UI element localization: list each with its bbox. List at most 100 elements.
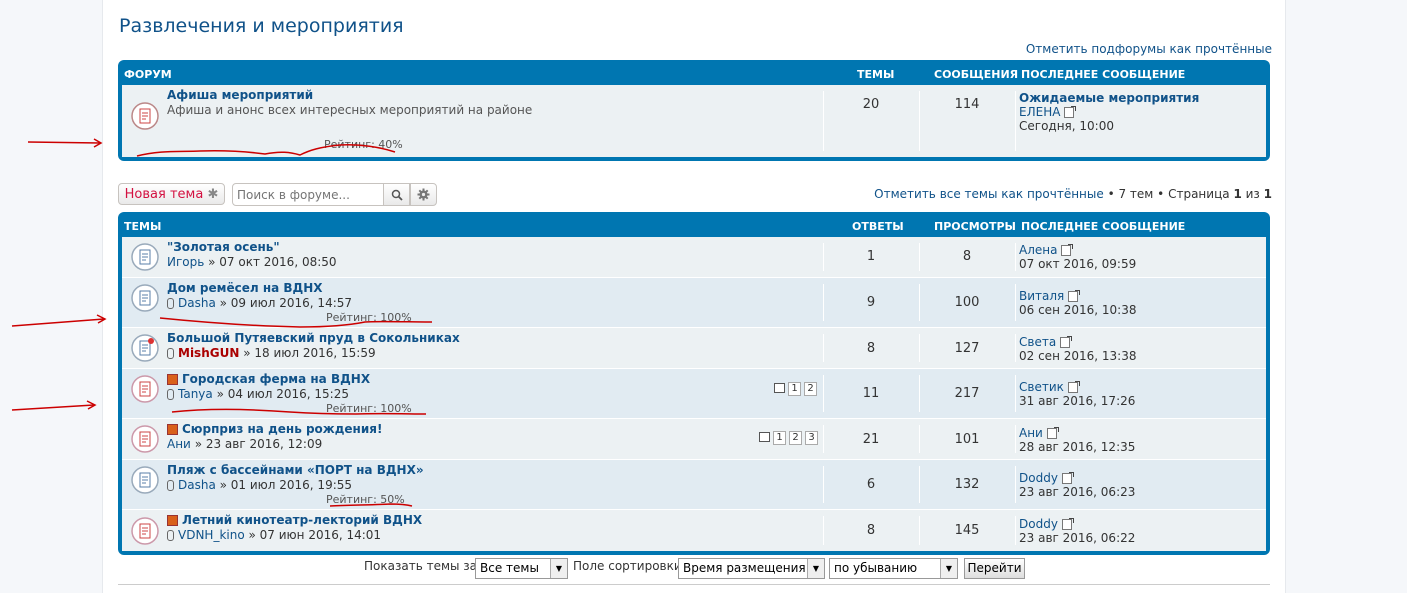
page-link[interactable]: 3	[805, 431, 818, 445]
sort-field-label: Поле сортировки	[573, 559, 682, 573]
topic-row: "Золотая осень" Игорь » 07 окт 2016, 08:5…	[122, 237, 1266, 277]
topic-replies-count: 6	[866, 477, 876, 492]
forum-last-post: Ожидаемые мероприятия ЕЛЕНА Сегодня, 10:…	[1019, 91, 1199, 133]
chevron-down-icon: ▼	[550, 559, 567, 578]
last-post-author[interactable]: Doddy	[1019, 517, 1058, 531]
go-button[interactable]: Перейти	[964, 558, 1025, 579]
goto-post-icon[interactable]	[1067, 381, 1080, 393]
header-views: ПРОСМОТРЫ	[934, 220, 1016, 233]
topic-author[interactable]: VDNH_kino	[178, 528, 245, 542]
forum-search-input[interactable]	[232, 183, 384, 206]
topic-date: » 01 июл 2016, 19:55	[219, 478, 353, 492]
topic-author[interactable]: Tanya	[178, 387, 213, 401]
page-title: Развлечения и мероприятия	[119, 15, 404, 37]
topic-count: • 7 тем •	[1107, 187, 1165, 201]
last-post-author[interactable]: Ани	[1019, 426, 1043, 440]
last-post-author[interactable]: Виталя	[1019, 289, 1064, 303]
topic-meta: Tanya » 04 июл 2016, 15:25	[167, 387, 349, 401]
topic-author[interactable]: Dasha	[178, 478, 216, 492]
forum-topics-count: 20	[862, 97, 880, 112]
pages-icon	[774, 383, 785, 393]
goto-post-icon[interactable]	[1061, 518, 1074, 530]
forum-posts-count: 114	[954, 97, 980, 112]
goto-post-icon[interactable]	[1064, 106, 1077, 118]
annotation-arrow	[11, 314, 107, 327]
annotation-arrow	[27, 138, 103, 148]
pagination: Отметить все темы как прочтённые • 7 тем…	[874, 187, 1272, 201]
page-link[interactable]: 1	[788, 382, 801, 396]
page-link[interactable]: 1	[773, 431, 786, 445]
topic-last-post: Doddy 23 авг 2016, 06:23	[1019, 471, 1135, 499]
topic-meta: VDNH_kino » 07 июн 2016, 14:01	[167, 528, 381, 542]
topic-hot-icon	[131, 516, 159, 545]
topic-date: » 07 окт 2016, 08:50	[208, 255, 337, 269]
topic-last-post: Виталя 06 сен 2016, 10:38	[1019, 289, 1136, 317]
topic-rating: Рейтинг: 50%	[326, 493, 405, 506]
topic-author[interactable]: Игорь	[167, 255, 204, 269]
last-post-author[interactable]: ЕЛЕНА	[1019, 105, 1060, 119]
topic-row: Летний кинотеатр-лекторий ВДНХ VDNH_kino …	[122, 509, 1266, 551]
forum-description: Афиша и анонс всех интересных мероприяти…	[167, 103, 533, 117]
search-button[interactable]	[383, 183, 410, 206]
topic-row: Городская ферма на ВДНХ Tanya » 04 июл 20…	[122, 368, 1266, 418]
topic-views-count: 132	[954, 477, 980, 492]
topic-row: Большой Путяевский пруд в Сокольниках Mis…	[122, 327, 1266, 368]
show-topics-select[interactable]: Все темы ▼	[475, 558, 568, 579]
topic-title-link[interactable]: Городская ферма на ВДНХ	[167, 372, 370, 386]
topic-last-post: Doddy 23 авг 2016, 06:22	[1019, 517, 1135, 545]
mark-subforums-read-link[interactable]: Отметить подфорумы как прочтённые	[1026, 42, 1272, 56]
topic-list-header: ТЕМЫ ОТВЕТЫ ПРОСМОТРЫ ПОСЛЕДНЕЕ СООБЩЕНИ…	[122, 212, 1266, 237]
header-forum: ФОРУМ	[124, 68, 172, 81]
goto-post-icon[interactable]	[1068, 290, 1081, 302]
last-post-time: 31 авг 2016, 17:26	[1019, 394, 1136, 408]
advanced-search-button[interactable]	[410, 183, 437, 206]
topic-title-link[interactable]: Большой Путяевский пруд в Сокольниках	[167, 331, 460, 345]
topic-read-icon	[131, 465, 159, 494]
topic-author[interactable]: Ани	[167, 437, 191, 451]
goto-post-icon[interactable]	[1046, 427, 1059, 439]
goto-post-icon[interactable]	[1061, 472, 1074, 484]
topic-tag-icon	[167, 374, 178, 385]
page-current: 1	[1233, 187, 1242, 201]
topic-title-link[interactable]: Сюрприз на день рождения!	[167, 422, 382, 436]
topic-title-link[interactable]: Пляж с бассейнами «ПОРТ на ВДНХ»	[167, 463, 424, 477]
mark-topics-read-link[interactable]: Отметить все темы как прочтённые	[874, 187, 1104, 201]
page-link[interactable]: 2	[804, 382, 817, 396]
topic-row: Сюрприз на день рождения! Ани » 23 авг 20…	[122, 418, 1266, 459]
topic-title-link[interactable]: "Золотая осень"	[167, 240, 280, 254]
topic-last-post: Алена 07 окт 2016, 09:59	[1019, 243, 1136, 271]
last-post-title-link[interactable]: Ожидаемые мероприятия	[1019, 91, 1199, 105]
header-last-post: ПОСЛЕДНЕЕ СООБЩЕНИЕ	[1021, 220, 1186, 233]
last-post-author[interactable]: Света	[1019, 335, 1056, 349]
topic-rating: Рейтинг: 100%	[326, 402, 412, 415]
topic-title-link[interactable]: Летний кинотеатр-лекторий ВДНХ	[167, 513, 422, 527]
topic-author[interactable]: MishGUN	[178, 346, 239, 360]
annotation-arrow	[11, 400, 97, 411]
topic-replies-count: 11	[862, 386, 880, 401]
topic-title-link[interactable]: Дом ремёсел на ВДНХ	[167, 281, 323, 295]
topic-rating: Рейтинг: 100%	[326, 311, 412, 324]
topic-views-count: 101	[954, 432, 980, 447]
forum-list: ФОРУМ ТЕМЫ СООБЩЕНИЯ ПОСЛЕДНЕЕ СООБЩЕНИЕ…	[118, 60, 1270, 161]
topic-author[interactable]: Dasha	[178, 296, 216, 310]
sort-field-select[interactable]: Время размещения ▼	[678, 558, 825, 579]
page-link[interactable]: 2	[789, 431, 802, 445]
attachment-icon	[167, 389, 174, 400]
last-post-author[interactable]: Doddy	[1019, 471, 1058, 485]
divider	[118, 584, 1270, 585]
goto-post-icon[interactable]	[1060, 336, 1073, 348]
last-post-time: 23 авг 2016, 06:23	[1019, 485, 1136, 499]
topic-date: » 23 авг 2016, 12:09	[194, 437, 323, 451]
topic-views-count: 8	[962, 249, 972, 264]
page-container: Развлечения и мероприятия Отметить подфо…	[102, 0, 1286, 593]
goto-post-icon[interactable]	[1061, 244, 1074, 256]
attachment-icon	[167, 298, 174, 309]
forum-title-link[interactable]: Афиша мероприятий	[167, 88, 313, 102]
new-topic-button[interactable]: Новая тема ✱	[118, 183, 225, 205]
last-post-author[interactable]: Алена	[1019, 243, 1057, 257]
last-post-author[interactable]: Светик	[1019, 380, 1064, 394]
sort-order-select[interactable]: по убыванию ▼	[829, 558, 958, 579]
header-posts: СООБЩЕНИЯ	[934, 68, 1019, 81]
chevron-down-icon: ▼	[940, 559, 957, 578]
last-post-time: 06 сен 2016, 10:38	[1019, 303, 1137, 317]
